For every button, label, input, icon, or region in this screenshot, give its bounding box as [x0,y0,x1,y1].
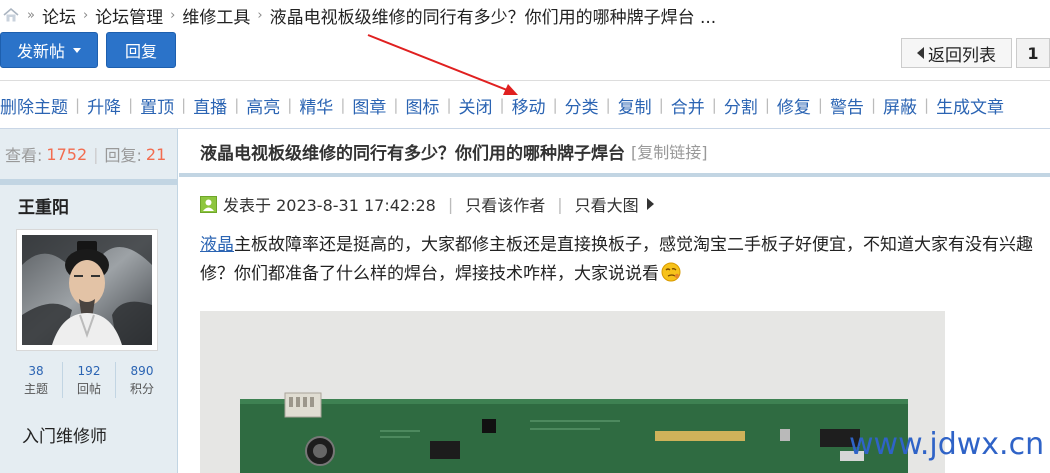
watermark: www.jdwx.cn [849,427,1045,462]
pcb-board-image [200,311,945,473]
mod-tool-7[interactable]: 图标 [405,93,439,118]
post-timestamp: 发表于 2023-8-31 17:42:28 [223,196,436,215]
mod-tool-4[interactable]: 高亮 [246,93,280,118]
author-stat-value: 192 [77,364,101,378]
only-author-link[interactable]: 只看该作者 [465,192,545,216]
mod-tool-10[interactable]: 分类 [565,93,599,118]
reply-label: 回复 [124,42,157,61]
back-to-list-label: 返回列表 [928,45,996,66]
mod-tool-2[interactable]: 置顶 [140,93,174,118]
mod-tool-17[interactable]: 生成文章 [936,93,1004,118]
back-to-list-button[interactable]: 返回列表 [901,38,1012,68]
mod-tool-separator: | [711,96,717,114]
author-stat-threads[interactable]: 38 主题 [10,362,63,398]
mod-tool-5[interactable]: 精华 [299,93,333,118]
mod-tool-12[interactable]: 合并 [671,93,705,118]
avatar[interactable] [16,229,158,351]
replies-count: 21 [145,144,167,164]
mod-tool-8[interactable]: 关闭 [459,93,493,118]
views-count: 1752 [46,144,88,164]
breadcrumb-separator: › [82,7,89,23]
chevron-left-icon [917,47,924,59]
breadcrumb-repair-tools[interactable]: 维修工具 [182,3,250,28]
copy-link-button[interactable]: [复制链接] [631,139,708,163]
author-stat-label: 回帖 [76,382,101,396]
avatar-image [22,235,152,345]
mod-tool-separator: | [181,96,187,114]
mod-tool-separator: | [499,96,505,114]
moon-icon [26,456,33,470]
author-stat-value: 38 [28,364,44,378]
mod-tool-11[interactable]: 复制 [618,93,652,118]
mod-tool-3[interactable]: 直播 [193,93,227,118]
post-meta: 发表于 2023-8-31 17:42:28 | 只看该作者 | 只看大图 [200,192,654,216]
reply-button[interactable]: 回复 [106,32,176,68]
author-stat-label: 积分 [129,382,154,396]
mod-tool-separator: | [287,96,293,114]
mod-tool-1[interactable]: 升降 [87,93,121,118]
mod-tool-6[interactable]: 图章 [352,93,386,118]
mod-tool-9[interactable]: 移动 [512,93,546,118]
mod-tool-separator: | [393,96,399,114]
author-stat-label: 主题 [23,382,48,396]
keyword-link[interactable]: 液晶 [200,235,234,255]
mod-tool-separator: | [446,96,452,114]
emoji-icon [661,262,681,282]
mod-tool-16[interactable]: 屏蔽 [883,93,917,118]
mod-tool-separator: | [234,96,240,114]
replies-label: 回复: [104,146,142,165]
author-stat-value: 890 [130,364,154,378]
breadcrumb-forum[interactable]: 论坛 [42,3,76,28]
mod-tool-separator: | [340,96,346,114]
page-number-button[interactable]: 1 [1016,38,1050,68]
breadcrumb: » 论坛 › 论坛管理 › 维修工具 › 液晶电视板级维修的同行有多少？你们用的… [0,0,1050,30]
post-image[interactable] [200,311,945,473]
author-name[interactable]: 王重阳 [18,193,69,218]
mod-tool-separator: | [552,96,558,114]
breadcrumb-separator: » [27,7,35,23]
mod-tool-separator: | [764,96,770,114]
post-content: 液晶主板故障率还是挺高的，大家都修主板还是直接换板子，感觉淘宝二手板子好便宜，不… [200,231,1048,289]
views-label: 查看: [5,146,43,165]
mod-tool-separator: | [817,96,823,114]
author-sidebar: 查看: 1752 | 回复: 21 王重阳 38 主题 192 回帖 890 积… [0,129,178,473]
thread-title: 液晶电视板级维修的同行有多少？你们用的哪种牌子焊台 [200,143,625,164]
breadcrumb-current-thread[interactable]: 液晶电视板级维修的同行有多少？你们用的哪种牌子焊台 ... [270,3,717,28]
mod-tool-0[interactable]: 删除主题 [0,93,68,118]
breadcrumb-separator: › [257,7,263,23]
meta-separator: | [557,194,563,214]
mod-tool-separator: | [924,96,930,114]
author-rank: 入门维修师 [22,427,107,447]
chevron-right-icon [646,198,654,210]
thread-stats: 查看: 1752 | 回复: 21 [0,129,178,179]
moderation-toolbar: 删除主题 | 升降 | 置顶 | 直播 | 高亮 | 精华 | 图章 | 图标 | 关闭 | 移动 | 分类 | 复制 | 合并… [0,92,1004,118]
breadcrumb-separator: › [170,7,176,23]
mod-tool-separator: | [658,96,664,114]
post-text: 主板故障率还是挺高的，大家都修主板还是直接换板子，感觉淘宝二手板子好便宜，不知道… [200,235,1033,284]
stats-separator: | [93,144,99,164]
new-post-button[interactable]: 发新帖 [0,32,98,68]
mod-tool-15[interactable]: 警告 [830,93,864,118]
divider [0,179,178,185]
big-image-link[interactable]: 只看大图 [575,192,639,216]
meta-separator: | [447,194,454,214]
mod-tool-separator: | [128,96,134,114]
author-stat-points[interactable]: 890 积分 [116,362,168,398]
thread-header: 液晶电视板级维修的同行有多少？你们用的哪种牌子焊台 [复制链接] [179,129,1050,173]
breadcrumb-forum-admin[interactable]: 论坛管理 [95,3,163,28]
mod-tool-14[interactable]: 修复 [777,93,811,118]
divider [0,80,1050,81]
mod-tool-separator: | [605,96,611,114]
mod-tool-separator: | [870,96,876,114]
home-icon[interactable] [2,6,20,24]
online-status-icon [200,195,217,213]
mod-tool-13[interactable]: 分割 [724,93,758,118]
author-stats: 38 主题 192 回帖 890 积分 [10,362,168,398]
author-stat-replies[interactable]: 192 回帖 [63,362,116,398]
mod-tool-separator: | [75,96,81,114]
divider [179,173,1050,177]
chevron-down-icon [73,47,81,53]
new-post-label: 发新帖 [16,42,65,61]
